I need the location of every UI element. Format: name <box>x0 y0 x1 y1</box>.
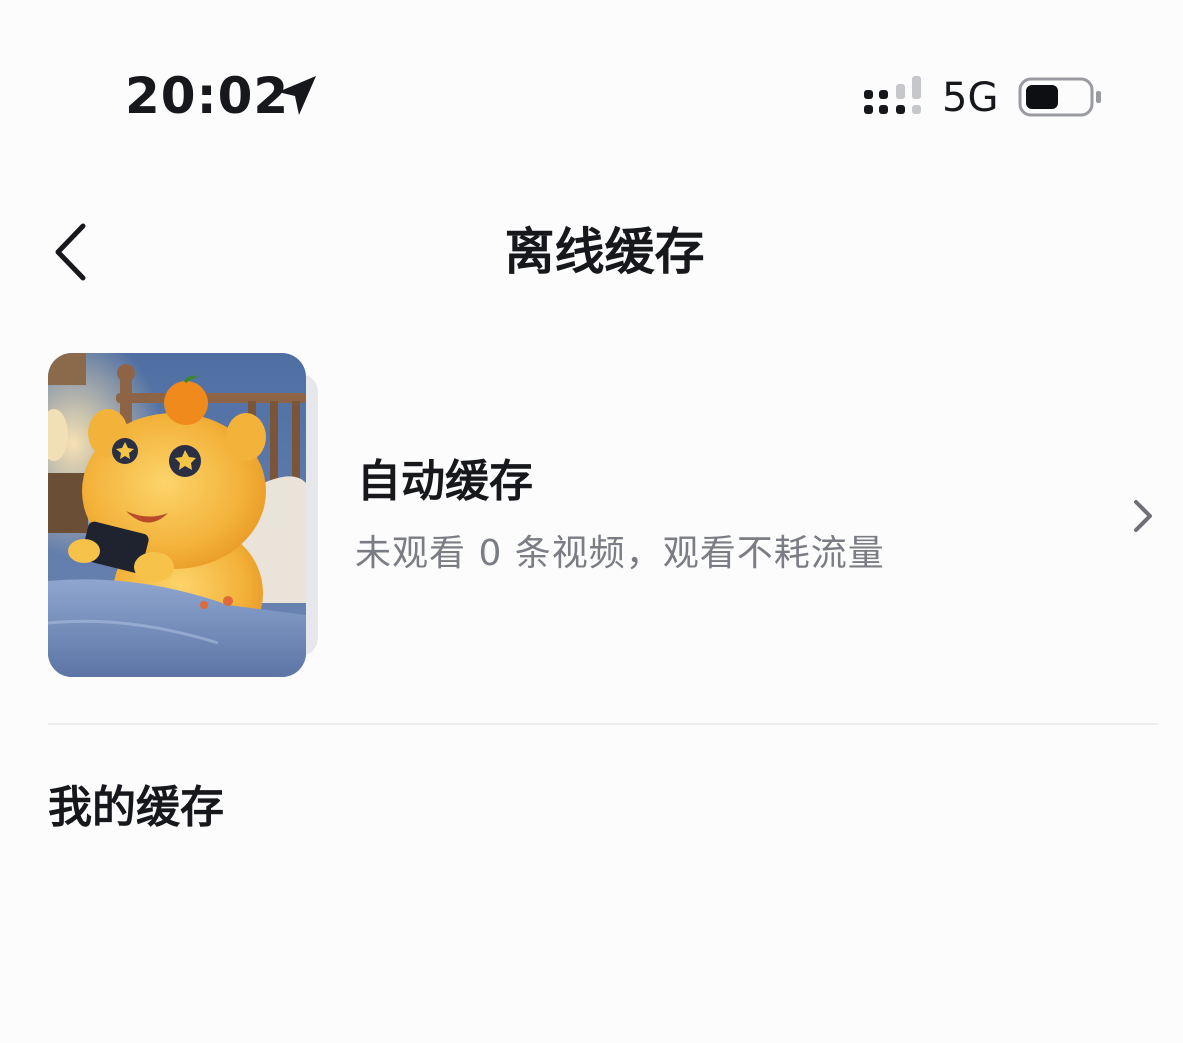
mascot-illustration <box>48 353 306 677</box>
auto-cache-thumbnail <box>48 353 306 677</box>
divider <box>48 723 1158 725</box>
status-time: 20:02 <box>125 67 290 125</box>
location-arrow-icon <box>278 76 316 115</box>
auto-cache-subtitle: 未观看 0 条视频，观看不耗流量 <box>355 533 885 574</box>
my-cache-heading: 我的缓存 <box>48 782 224 833</box>
signal-icon <box>864 76 921 114</box>
chevron-right-icon <box>1134 500 1152 532</box>
network-type: 5G <box>942 75 999 121</box>
battery-icon <box>1018 77 1101 117</box>
auto-cache-entry[interactable]: 自动缓存 未观看 0 条视频，观看不耗流量 <box>0 350 1183 680</box>
page-title: 离线缓存 <box>504 223 705 281</box>
offline-cache-page: 20:02 5G 离线缓存 自动缓存 未观看 0 条视频，观看不耗流量 我的缓存 <box>0 0 1183 1043</box>
auto-cache-title: 自动缓存 <box>357 456 533 507</box>
